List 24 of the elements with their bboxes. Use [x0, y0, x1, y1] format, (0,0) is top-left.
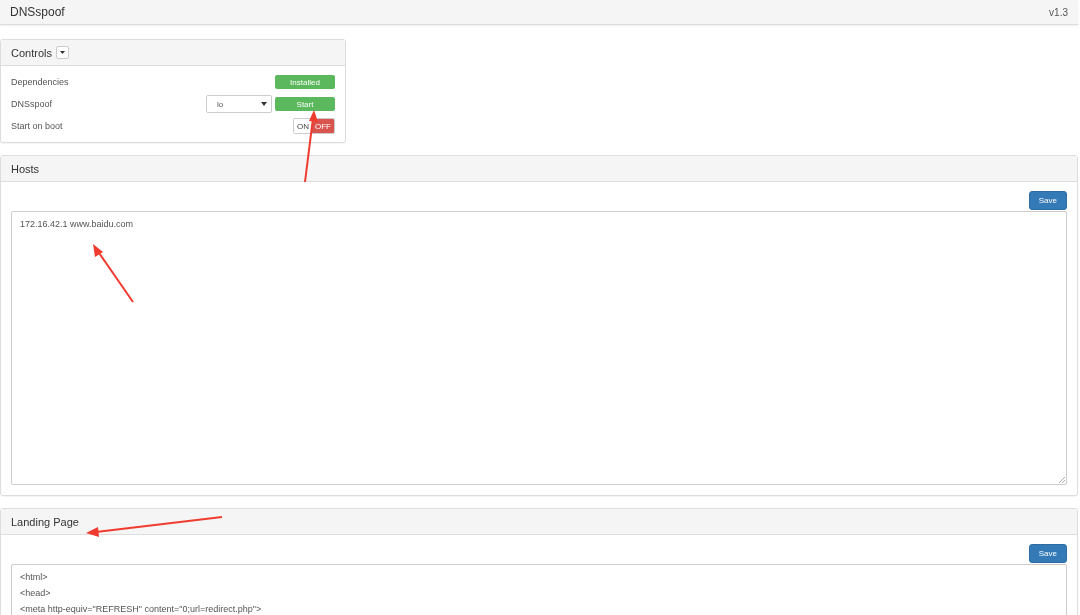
editor-line: <meta http-equiv="REFRESH" content="0;url=redirect.php">	[20, 603, 263, 615]
editor-line: 172.16.42.1 www.baidu.com	[20, 218, 135, 231]
boot-toggle[interactable]: ON OFF	[293, 118, 335, 134]
panel-title: Controls	[11, 46, 52, 59]
hosts-editor[interactable]: 172.16.42.1 www.baidu.com	[11, 211, 1067, 485]
save-button[interactable]: Save	[1028, 191, 1067, 210]
panel-title: Landing Page	[11, 515, 79, 528]
save-button[interactable]: Save	[1028, 544, 1067, 563]
caret-icon	[59, 51, 65, 54]
dropdown-button[interactable]	[55, 46, 69, 59]
dropdown-caret-icon	[261, 102, 267, 106]
row-label: Dependencies	[11, 77, 70, 87]
dependency-status-badge: Installed	[275, 75, 335, 89]
panel-title: Hosts	[11, 162, 40, 175]
editor-line: <html>	[20, 571, 49, 584]
row-label: DNSspoof	[11, 99, 54, 109]
row-label: Start on boot	[11, 121, 64, 131]
landing-editor[interactable]: <html> <head> <meta http-equiv="REFRESH" content="0;url=redirect.php">	[11, 564, 1067, 615]
version-label: v1.3	[1049, 6, 1068, 18]
app-title: DNSspoof	[10, 5, 65, 19]
annotation-arrow	[93, 244, 134, 303]
editor-line: <head>	[20, 587, 52, 600]
resize-grip-icon[interactable]	[1059, 477, 1065, 483]
interface-select[interactable]: lo	[206, 95, 272, 113]
